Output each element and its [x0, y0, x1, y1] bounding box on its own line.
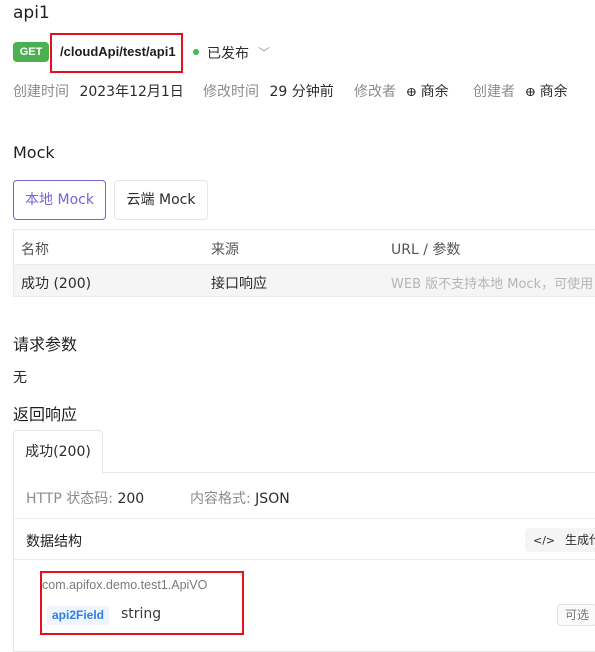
generate-code-label: 生成代码	[564, 533, 595, 547]
modified-meta: 修改时间 29 分钟前	[203, 81, 334, 101]
method-badge: GET	[13, 42, 49, 62]
row-source: 接口响应	[211, 276, 267, 292]
row-name: 成功 (200)	[21, 276, 92, 292]
http-code-value: 200	[117, 491, 145, 507]
column-header-name: 名称	[21, 242, 49, 258]
field-name[interactable]: api2Field	[47, 606, 110, 625]
optional-badge: 可选	[557, 604, 595, 626]
divider	[14, 518, 595, 519]
modifier-label: 修改者	[354, 84, 396, 100]
response-heading: 返回响应	[13, 405, 78, 424]
structure-heading: 数据结构	[26, 534, 82, 550]
tab-cloud-mock[interactable]: 云端 Mock	[114, 180, 208, 220]
mock-heading: Mock	[13, 143, 55, 162]
format-label: 内容格式:	[190, 491, 251, 507]
api-title: api1	[13, 3, 50, 23]
table-row[interactable]: 成功 (200) 接口响应 WEB 版不支持本地 Mock，可使用	[14, 264, 595, 296]
divider	[14, 559, 595, 560]
creator-label: 创建者	[473, 84, 515, 100]
modified-value: 29 分钟前	[269, 84, 334, 100]
user-icon: ⴲ	[525, 86, 536, 99]
modifier-meta: 修改者 ⴲ 商余	[354, 81, 449, 101]
column-header-url: URL / 参数	[391, 242, 461, 258]
tab-local-mock[interactable]: 本地 Mock	[13, 180, 106, 220]
status-label[interactable]: 已发布	[207, 43, 249, 63]
api-path[interactable]: /cloudApi/test/api1	[60, 44, 176, 59]
http-code-label: HTTP 状态码:	[26, 491, 113, 507]
mock-table: 名称 来源 URL / 参数 成功 (200) 接口响应 WEB 版不支持本地 …	[13, 229, 595, 297]
format-info: 内容格式: JSON	[190, 488, 290, 508]
creator-meta: 创建者 ⴲ 商余	[473, 81, 568, 101]
request-heading: 请求参数	[13, 335, 78, 354]
created-meta: 创建时间 2023年12月1日	[13, 81, 184, 101]
modified-label: 修改时间	[203, 84, 259, 100]
user-icon: ⴲ	[406, 86, 417, 99]
column-header-source: 来源	[211, 242, 239, 258]
modifier-value: 商余	[420, 84, 449, 100]
tab-response-200[interactable]: 成功(200)	[13, 430, 103, 473]
created-value: 2023年12月1日	[79, 84, 184, 100]
status-dot-icon	[193, 49, 199, 55]
format-value: JSON	[255, 491, 290, 507]
field-type: string	[121, 606, 162, 622]
generate-code-button[interactable]: </> 生成代码	[525, 528, 595, 552]
code-icon: </>	[533, 534, 556, 547]
chevron-down-icon[interactable]: ﹀	[258, 44, 270, 61]
created-label: 创建时间	[13, 84, 69, 100]
request-value: 无	[13, 370, 27, 386]
row-url: WEB 版不支持本地 Mock，可使用	[391, 277, 594, 292]
schema-class-name: com.apifox.demo.test1.ApiVO	[42, 578, 208, 592]
http-code-info: HTTP 状态码: 200	[26, 488, 144, 508]
creator-value: 商余	[539, 84, 568, 100]
